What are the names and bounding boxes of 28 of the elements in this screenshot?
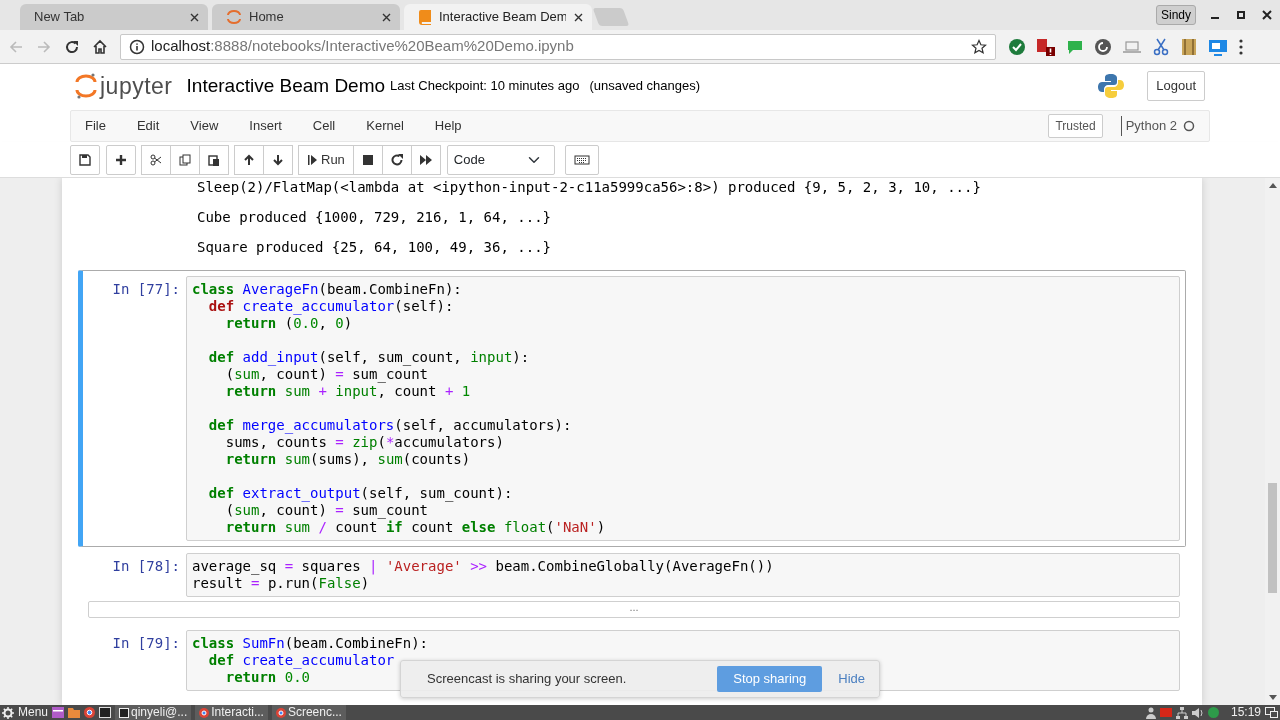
cell-prompt: In [79]: (111, 634, 181, 653)
code-line: def extract_output(self, sum_count): (207, 485, 513, 502)
code-line: (sum, count) = sum_count (224, 366, 429, 383)
cell-prompt: In [77]: (111, 280, 181, 299)
code-line: sums, counts = zip(*accumulators) (224, 434, 504, 451)
code-line: return sum + input, count + 1 (224, 383, 471, 400)
code-line: class AverageFn(beam.CombineFn): (192, 281, 462, 298)
code-line: def create_accumulator(self): (207, 298, 454, 315)
code-line: return sum(sums), sum(counts) (224, 451, 471, 468)
code-line: return (0.0, 0) (224, 315, 353, 332)
checkpoint-text: Last Checkpoint: 10 minutes ago (390, 77, 580, 96)
code-line: def create_accumulator (207, 652, 395, 669)
url-text: localhost:8888/notebooks/Interactive%20Beam%20Demo.ipynb (151, 36, 575, 57)
cell-prompt: In [78]: (111, 557, 181, 576)
code-line: (sum, count) = sum_count (224, 502, 429, 519)
code-line: return 0.0 (224, 669, 310, 686)
output-text: Square produced {25, 64, 100, 49, 36, ...} (197, 239, 552, 256)
code-line: def merge_accumulators(self, accumulators): (207, 417, 572, 434)
code-line: average_sq = squares | 'Average' >> beam.CombineGlobally(AverageFn()) (192, 558, 774, 575)
code-line: return sum / count if count else float('NaN') (224, 519, 606, 536)
output-text: Cube produced {1000, 729, 216, 1, 64, ...} (197, 209, 552, 226)
output-text: Sleep(2)/FlatMap(<lambda at <ipython-input-2-c11a5999ca56>:8>) produced {9, 5, 2, 3, 10, ...} (197, 179, 982, 196)
code-line: def add_input(self, sum_count, input): (207, 349, 530, 366)
code-line: class SumFn(beam.CombineFn): (192, 635, 429, 652)
clock: 15:19 (1230, 705, 1261, 720)
notification-message: Screencast is sharing your screen. (427, 670, 628, 689)
save-status: (unsaved changes) (589, 77, 700, 96)
code-line: result = p.run(False) (192, 575, 370, 592)
